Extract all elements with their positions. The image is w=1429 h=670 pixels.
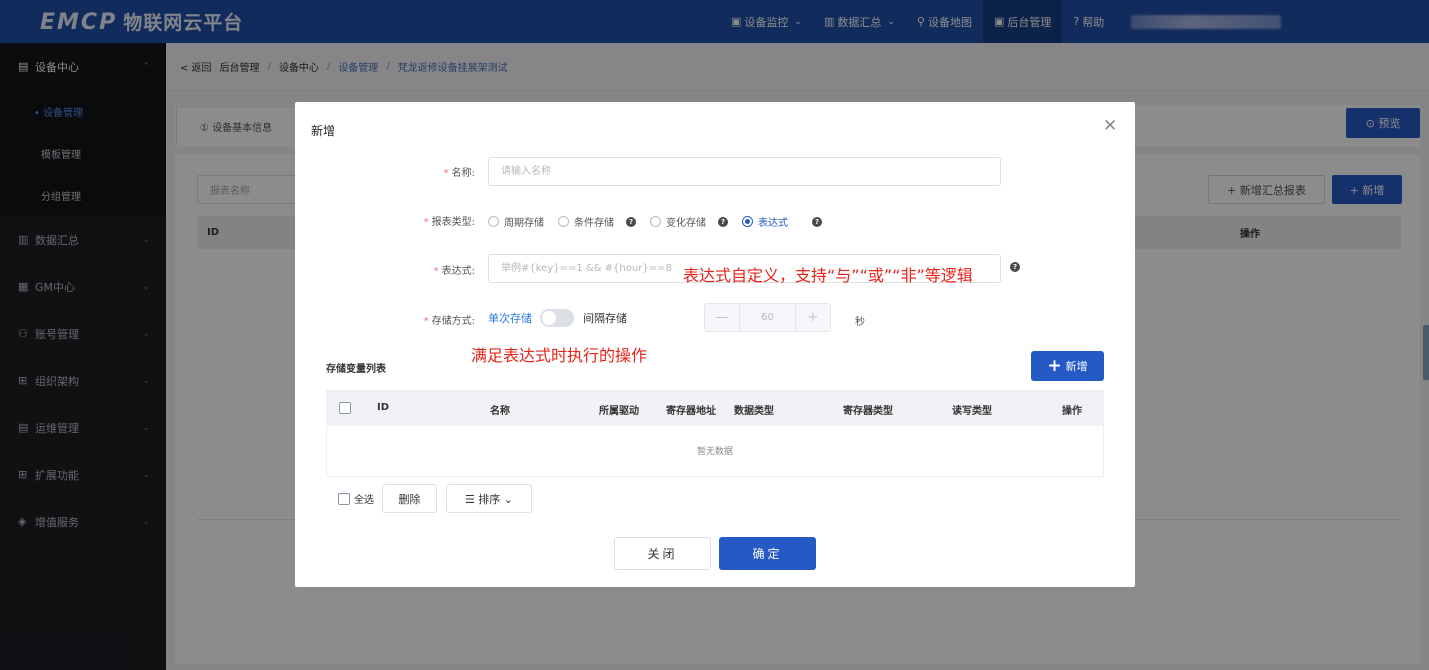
annotation-expression: 表达式自定义，支持“与”“或”“非”等逻辑 (683, 266, 973, 285)
column-driver: 所属驱动 (599, 406, 639, 417)
help-icon[interactable]: ? (626, 216, 636, 227)
help-icon[interactable]: ? (1010, 262, 1020, 272)
delete-button[interactable]: 删除 (382, 484, 437, 513)
store-single-label: 单次存储 (488, 312, 532, 325)
empty-state: 暂无数据 (696, 447, 733, 457)
increment-button[interactable]: + (796, 304, 830, 331)
column-name: 名称 (490, 406, 510, 417)
name-label: * 名称: (443, 168, 475, 179)
expression-label: * 表达式: (433, 266, 475, 277)
dialog-title: 新增 (311, 124, 336, 138)
store-interval-label: 间隔存储 (583, 312, 627, 325)
side-drawer-handle[interactable] (1423, 325, 1429, 380)
radio-periodic[interactable]: 周期存储 (488, 214, 544, 229)
radio-expression[interactable]: 表达式 (742, 214, 788, 229)
sort-button[interactable]: ☰ 排序 ⌄ (446, 484, 532, 513)
name-input[interactable] (488, 157, 1001, 186)
column-id: ID (377, 402, 390, 413)
variable-table-header: ID 名称 所属驱动 寄存器地址 数据类型 寄存器类型 读写类型 操作 (327, 391, 1103, 426)
select-all[interactable]: 全选 (338, 491, 374, 506)
report-type-label: * 报表类型: (423, 217, 475, 228)
help-icon[interactable]: ? (718, 216, 728, 227)
decrement-button[interactable]: — (705, 304, 739, 331)
report-type-group: 周期存储 条件存储 ? 变化存储 ? 表达式 ? (488, 214, 836, 229)
storage-mode-label: * 存储方式: (423, 316, 475, 327)
interval-unit: 秒 (855, 317, 865, 328)
select-all-checkbox[interactable] (339, 402, 351, 414)
interval-stepper: — 60 + (704, 303, 831, 332)
variable-table: ID 名称 所属驱动 寄存器地址 数据类型 寄存器类型 读写类型 操作 暂无数据 (326, 390, 1104, 477)
radio-on-change[interactable]: 变化存储 (650, 214, 706, 229)
storage-mode-toggle: 单次存储 间隔存储 (488, 309, 627, 327)
variable-list-title: 存储变量列表 (326, 364, 386, 375)
confirm-button[interactable]: 确定 (719, 537, 816, 570)
table-toolbar: 全选 删除 ☰ 排序 ⌄ (338, 484, 541, 513)
close-button[interactable]: 关闭 (614, 537, 711, 570)
column-rw-type: 读写类型 (952, 406, 992, 417)
add-variable-button[interactable]: + 新增 (1031, 351, 1104, 381)
add-report-dialog: 新增 ✕ *名称: *报表类型: 周期存储 条件存储 ? 变化存储 ? 表达式 … (295, 102, 1135, 587)
column-register-address: 寄存器地址 (666, 406, 716, 417)
column-register-type: 寄存器类型 (843, 406, 893, 417)
close-icon[interactable]: ✕ (1103, 116, 1117, 136)
annotation-action: 满足表达式时执行的操作 (471, 346, 648, 365)
column-operation: 操作 (1062, 406, 1082, 417)
plus-icon: + (1047, 356, 1062, 376)
column-data-type: 数据类型 (734, 406, 774, 417)
storage-mode-switch[interactable] (540, 309, 574, 327)
radio-conditional[interactable]: 条件存储 (558, 214, 614, 229)
help-icon[interactable]: ? (812, 216, 822, 227)
checkbox[interactable] (338, 492, 350, 505)
interval-value[interactable]: 60 (739, 304, 796, 331)
